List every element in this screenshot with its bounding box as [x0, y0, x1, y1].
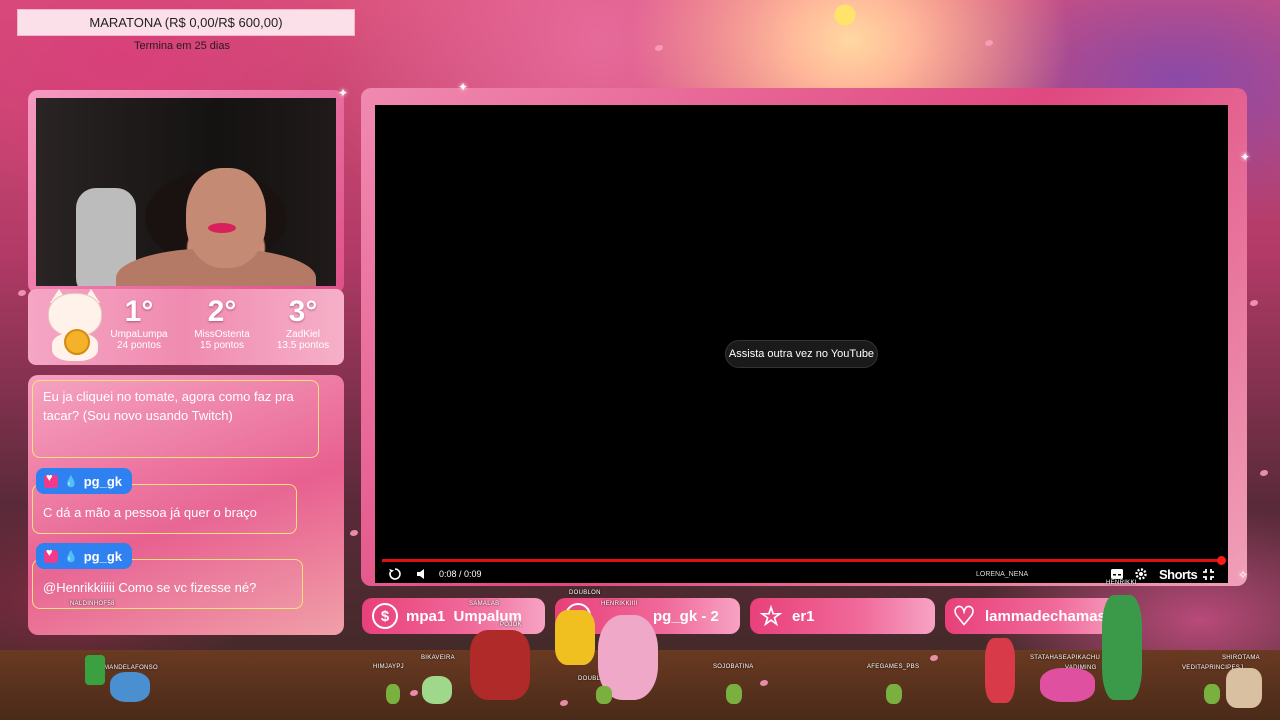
event-pill-text: er1 [792, 607, 815, 625]
chat-user-badge[interactable]: 💧 pg_gk [36, 468, 132, 494]
viewer-name: AFEGAMES_PBS [867, 664, 920, 670]
video-progress-bar[interactable] [382, 556, 1226, 565]
place-name: UmpaLumpa [110, 329, 168, 340]
viewer-sprite [1226, 668, 1262, 708]
watch-on-youtube-button[interactable]: Assista outra vez no YouTube [725, 340, 878, 368]
replay-icon[interactable] [388, 565, 402, 583]
viewer-sprite [886, 684, 902, 704]
chat-user-badge[interactable]: 💧 pg_gk [36, 543, 132, 569]
petal [1250, 300, 1258, 306]
marathon-goal-bar: MARATONA (R$ 0,00/R$ 600,00) [17, 9, 355, 36]
drop-icon: 💧 [64, 550, 78, 563]
event-pill-text: lammadechamas [985, 607, 1106, 625]
sparkle-icon: ✧ [1238, 568, 1249, 582]
drop-icon: 💧 [64, 475, 78, 488]
marathon-ends-text: Termina em 25 dias [134, 40, 230, 52]
chat-message-text: @Henrikkiiiii Como se vc fizesse né? [43, 580, 257, 595]
viewer-name: HENRIKKI [1106, 580, 1137, 586]
petal [18, 290, 26, 296]
viewer-name: HENRIKKIIII [601, 601, 638, 607]
petal [350, 530, 358, 536]
viewer-sprite [555, 610, 595, 665]
marathon-label: MARATONA (R$ 0,00/R$ 600,00) [89, 15, 283, 30]
ranking-third: 3° ZadKiel 13.5 pontos [270, 295, 336, 351]
place-name: MissOstenta [194, 329, 250, 340]
place-number: 2° [207, 295, 237, 328]
viewer-sprite [85, 655, 105, 685]
sparkle-icon: ✦ [1240, 150, 1251, 164]
viewer-name: MANDELAFONSO [104, 665, 158, 671]
dollar-icon: $ [372, 603, 398, 629]
viewer-name: DOUBLON [569, 590, 601, 596]
lucky-cat-icon [44, 289, 106, 361]
viewer-name: STATAHASEAPIKACHU [1030, 655, 1101, 661]
sparkle-icon: ✦ [458, 80, 469, 94]
viewer-sprite [596, 686, 612, 704]
ranking-panel: 1° UmpaLumpa 24 pontos 2° MissOstenta 15… [28, 289, 344, 365]
event-pill-follow: ☆ er1 [750, 598, 935, 634]
place-points: 13.5 pontos [276, 340, 330, 351]
viewer-sprite [110, 672, 150, 702]
chat-username: pg_gk [83, 548, 122, 564]
watch-on-youtube-label: Assista outra vez no YouTube [728, 348, 875, 360]
star-icon: ☆ [759, 600, 783, 631]
chat-message-text: Eu ja cliquei no tomate, agora como faz … [43, 389, 294, 423]
chat-panel: Eu ja cliquei no tomate, agora como faz … [28, 375, 344, 635]
webcam-frame [28, 90, 344, 294]
viewer-sprite [985, 638, 1015, 703]
event-pill-text: pg_gk - 2 [653, 607, 719, 625]
petal [985, 40, 993, 46]
heart-icon: ♡ [952, 600, 976, 631]
streamer-lips [208, 223, 236, 233]
chat-username: pg_gk [83, 473, 122, 489]
place-name: ZadKiel [286, 329, 320, 340]
viewer-sprite [726, 684, 742, 704]
volume-icon[interactable] [415, 565, 429, 583]
shorts-button[interactable]: Shorts [1159, 565, 1198, 583]
streamer-face [186, 168, 266, 268]
subscriber-heart-icon [44, 547, 58, 563]
viewer-sprite [422, 676, 452, 704]
viewer-name: BIKAVEIRA [421, 655, 455, 661]
event-pill-donation: $ mpa1 Umpalum [362, 598, 545, 634]
petal [655, 45, 663, 51]
place-points: 15 pontos [200, 340, 244, 351]
chat-message-text: C dá a mão a pessoa já quer o braço [43, 505, 257, 520]
video-channel-name: LORENA_NENA [976, 570, 1029, 578]
chat-message: Eu ja cliquei no tomate, agora como faz … [32, 380, 319, 458]
viewer-name: HIMJAYPJ [373, 664, 404, 670]
ranking-second: 2° MissOstenta 15 pontos [186, 295, 258, 351]
viewer-name: SAMALAB [469, 601, 500, 607]
progress-scrubber[interactable] [1217, 556, 1226, 565]
viewer-sprite [1204, 684, 1220, 704]
petal [1260, 470, 1268, 476]
viewer-name: NALDINHOF58 [70, 601, 115, 607]
viewer-sprite [1102, 595, 1142, 700]
video-time: 0:08 / 0:09 [439, 569, 482, 579]
subscriber-heart-icon [44, 472, 58, 488]
viewer-sprite [1040, 668, 1095, 702]
exit-fullscreen-icon[interactable] [1202, 565, 1215, 583]
sparkle-icon: ✦ [338, 86, 349, 100]
viewer-sprite [386, 684, 400, 704]
ranking-first: 1° UmpaLumpa 24 pontos [106, 295, 172, 351]
place-points: 24 pontos [117, 340, 161, 351]
viewer-name: SHIROTAMA [1222, 655, 1260, 661]
place-number: 1° [124, 295, 154, 328]
viewer-name: SOJOBATINA [713, 664, 754, 670]
viewer-sprite [470, 630, 530, 700]
webcam-feed [36, 98, 336, 286]
place-number: 3° [288, 295, 318, 328]
viewer-name: POJOK [500, 622, 522, 628]
